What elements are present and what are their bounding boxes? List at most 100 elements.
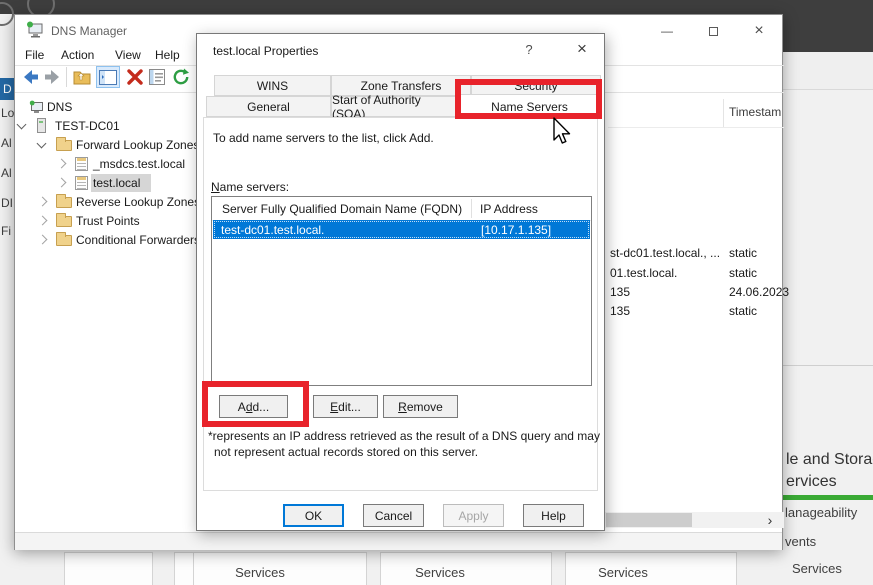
tile-row-services[interactable]: Services <box>395 565 485 580</box>
refresh-icon[interactable] <box>171 67 191 87</box>
screenshot-stage: D Lo Al Al DI Fi le and Storag ervices l… <box>0 0 873 585</box>
instruction-text: To add name servers to the list, click A… <box>213 131 434 145</box>
tree-row-reverse-zones[interactable]: Reverse Lookup Zones <box>15 193 205 212</box>
column-header-timestamp[interactable]: Timestam <box>729 105 781 119</box>
column-header-fqdn[interactable]: Server Fully Qualified Domain Name (FQDN… <box>222 202 462 216</box>
dialog-title: test.local Properties <box>213 44 319 58</box>
minimize-button[interactable]: — <box>653 19 681 43</box>
column-header-ip[interactable]: IP Address <box>480 202 538 216</box>
background-dark-block <box>783 0 873 52</box>
tree-row-dns[interactable]: DNS <box>15 98 205 117</box>
maximize-icon <box>708 26 718 36</box>
annotation-box-name-servers-tab <box>455 79 602 119</box>
column-divider[interactable] <box>723 99 724 127</box>
name-server-row-selected[interactable]: test-dc01.test.local. [10.17.1.135] <box>213 220 590 239</box>
chevron-down-icon[interactable] <box>36 138 47 149</box>
folder-icon <box>56 213 72 227</box>
chevron-right-icon[interactable] <box>56 177 67 188</box>
ip-cell: [10.17.1.135] <box>481 223 552 237</box>
scrollbar-thumb[interactable] <box>606 513 692 527</box>
maximize-button[interactable] <box>699 19 727 43</box>
tree-label: Forward Lookup Zones <box>76 138 200 152</box>
apply-button[interactable]: Apply <box>443 504 504 527</box>
delete-icon[interactable] <box>125 67 145 87</box>
fqdn-cell: test-dc01.test.local. <box>221 223 325 237</box>
sidebar-item-ad[interactable]: Al <box>0 166 14 180</box>
chevron-right-icon[interactable] <box>37 215 48 226</box>
sidebar-item-all-servers[interactable]: Al <box>0 136 14 150</box>
column-divider[interactable] <box>471 199 472 218</box>
close-button[interactable]: × <box>745 19 773 43</box>
chevron-down-icon[interactable] <box>16 119 27 130</box>
sidebar-item-local-server[interactable]: Lo <box>0 106 14 120</box>
tab-wins[interactable]: WINS <box>214 75 331 96</box>
properties-icon[interactable] <box>147 67 167 87</box>
tile-row-services[interactable]: Services <box>792 561 842 576</box>
tree-label: test.local <box>93 176 141 190</box>
dialog-close-button[interactable]: × <box>567 36 597 62</box>
label-rest: ame servers: <box>219 180 290 194</box>
ok-button[interactable]: OK <box>283 504 344 527</box>
dialog-help-button[interactable]: ? <box>515 36 543 62</box>
tree-row-forward-zones[interactable]: Forward Lookup Zones <box>15 136 205 155</box>
tile-heading-line1: le and Storag <box>786 451 873 468</box>
tab-general[interactable]: General <box>206 96 331 117</box>
menu-action[interactable]: Action <box>61 48 94 62</box>
tile-row-services[interactable]: Services <box>215 565 305 580</box>
tab-soa[interactable]: Start of Authority (SOA) <box>331 93 458 121</box>
tab-label: Zone Transfers <box>360 78 442 93</box>
tree-row-msdcs-zone[interactable]: _msdcs.test.local <box>15 155 205 174</box>
folder-icon <box>56 137 72 151</box>
edit-button[interactable]: Edit... <box>313 395 378 418</box>
tree-row-trust-points[interactable]: Trust Points <box>15 212 205 231</box>
chevron-right-icon[interactable] <box>37 234 48 245</box>
folder-icon <box>56 194 72 208</box>
record-name-cell: 135 <box>610 285 631 299</box>
tree-row-conditional-forwarders[interactable]: Conditional Forwarders <box>15 231 205 250</box>
tree-row-test-local-zone[interactable]: test.local <box>15 174 205 193</box>
sidebar-item-file-storage[interactable]: Fi <box>0 224 14 238</box>
menu-view[interactable]: View <box>115 48 141 62</box>
sidebar-item-dashboard[interactable]: D <box>0 78 14 100</box>
status-bar <box>15 532 782 550</box>
zone-file-icon <box>75 157 88 171</box>
tab-label: WINS <box>256 78 289 93</box>
chevron-right-icon[interactable] <box>56 158 67 169</box>
zone-file-icon <box>75 176 88 190</box>
record-name-cell: st-dc01.test.local., ... <box>610 246 721 260</box>
dashboard-tile <box>64 552 153 585</box>
show-console-tree-icon[interactable] <box>96 66 120 88</box>
tile-row-events[interactable]: vents <box>785 534 816 549</box>
menu-help[interactable]: Help <box>155 48 180 62</box>
name-servers-list[interactable]: Server Fully Qualified Domain Name (FQDN… <box>211 196 592 386</box>
tile-row-services[interactable]: Services <box>578 565 668 580</box>
background-circle-button-icon <box>0 2 14 26</box>
export-list-icon[interactable] <box>72 67 92 87</box>
toolbar-divider <box>66 67 67 87</box>
record-timestamp-cell: static <box>729 266 758 280</box>
tree-label: DNS <box>47 100 73 114</box>
column-header-underline <box>608 127 784 128</box>
tab-label: General <box>247 99 290 114</box>
scrollbar-right-arrow-icon[interactable]: › <box>761 512 779 528</box>
tile-status-bar <box>783 495 873 500</box>
cancel-button[interactable]: Cancel <box>363 504 424 527</box>
remove-button[interactable]: Remove <box>383 395 458 418</box>
record-timestamp-cell: static <box>729 246 758 260</box>
tile-row-manageability[interactable]: lanageability <box>785 505 857 520</box>
forward-icon[interactable] <box>42 67 62 87</box>
access-key: N <box>211 180 220 194</box>
record-timestamp-cell: static <box>729 304 758 318</box>
tree-row-server[interactable]: TEST-DC01 <box>15 117 205 136</box>
record-name-cell: 01.test.local. <box>610 266 678 280</box>
tree-label: Conditional Forwarders <box>76 233 201 247</box>
menu-file[interactable]: File <box>25 48 44 62</box>
server-icon <box>37 118 46 133</box>
chevron-right-icon[interactable] <box>37 196 48 207</box>
help-button[interactable]: Help <box>523 504 584 527</box>
footnote-line2: not represent actual records stored on t… <box>214 445 479 459</box>
back-icon[interactable] <box>21 67 41 87</box>
access-key: E <box>330 399 339 414</box>
sidebar-item-dns[interactable]: DI <box>0 196 14 210</box>
tile-heading-line2: ervices <box>786 473 837 490</box>
